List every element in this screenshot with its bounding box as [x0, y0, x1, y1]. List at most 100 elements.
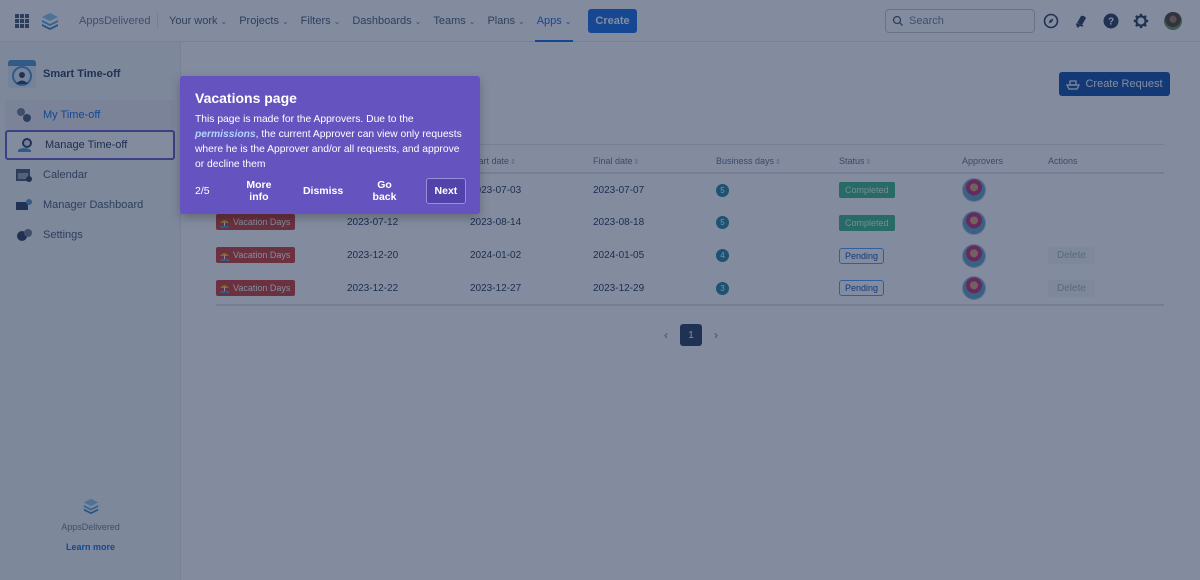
- col-header-final-date[interactable]: Final date⇕: [593, 150, 716, 174]
- cell-business-days: 3: [716, 272, 839, 306]
- nav-projects[interactable]: Projects ⌄: [233, 0, 294, 42]
- cell-actions: [1048, 206, 1164, 239]
- app-title: Smart Time-off: [43, 68, 121, 80]
- col-header-business-days[interactable]: Business days⇕: [716, 150, 839, 174]
- onboarding-tour-popover: Vacations page This page is made for the…: [180, 76, 480, 214]
- app-switcher-grid-icon[interactable]: [15, 14, 29, 28]
- appsdelivered-logo-icon[interactable]: [40, 11, 60, 31]
- approver-avatar[interactable]: [962, 243, 986, 268]
- nav-divider: [157, 13, 158, 29]
- sort-icon: ⇕: [633, 159, 640, 166]
- sidebar-footer: AppsDelivered Learn more: [0, 497, 181, 552]
- search-input[interactable]: [909, 15, 1019, 27]
- nav-plans[interactable]: Plans ⌄: [481, 0, 530, 42]
- approver-avatar[interactable]: [962, 178, 986, 202]
- tour-description: This page is made for the Approvers. Due…: [195, 112, 465, 172]
- top-navigation: AppsDelivered Your work ⌄ Projects ⌄ Filte…: [0, 0, 1200, 42]
- beach-umbrella-icon: [220, 219, 229, 228]
- settings-gear-icon[interactable]: [1132, 12, 1150, 30]
- sidebar-item-calendar[interactable]: Calendar: [5, 160, 175, 190]
- col-header-status[interactable]: Status⇕: [839, 150, 962, 174]
- table-row: Vacation Days 2023-12-20 2024-01-02 2024…: [216, 239, 1164, 272]
- create-button[interactable]: Create: [588, 9, 637, 33]
- status-badge: Pending: [839, 247, 885, 264]
- manage-timeoff-icon: [17, 137, 35, 153]
- sidebar-item-label: Manage Time-off: [45, 139, 128, 151]
- leave-type-label: Vacation Days: [233, 250, 291, 261]
- approver-avatar[interactable]: [962, 210, 986, 235]
- sort-icon: ⇕: [865, 159, 872, 166]
- app-header: Smart Time-off: [8, 60, 120, 88]
- cell-business-days: 5: [716, 206, 839, 239]
- cell-status: Pending: [839, 272, 962, 306]
- leave-type-label: Vacation Days: [233, 282, 291, 293]
- next-button[interactable]: Next: [425, 178, 466, 204]
- help-icon[interactable]: ?: [1102, 12, 1120, 30]
- nav-dashboards[interactable]: Dashboards ⌄: [346, 0, 427, 42]
- cell-final-date: 2024-01-05: [593, 250, 645, 261]
- nav-label: Apps: [536, 15, 562, 27]
- sidebar-item-manage-time-off[interactable]: Manage Time-off: [5, 130, 175, 160]
- status-badge: Pending: [839, 280, 885, 296]
- col-header-actions: Actions: [1048, 150, 1164, 174]
- cell-start-date: 2023-12-27: [470, 272, 593, 306]
- nav-label: Dashboards: [352, 15, 412, 27]
- nav-label: Plans: [487, 15, 515, 27]
- col-header-approvers: Approvers: [962, 150, 1048, 174]
- search-box[interactable]: [885, 9, 1035, 33]
- chevron-down-icon: ⌄: [333, 16, 341, 26]
- cell-business-days: 4: [716, 239, 839, 272]
- sort-icon: ⇕: [775, 159, 781, 166]
- col-header-start-date[interactable]: Start date⇕: [470, 150, 593, 174]
- tour-footer: 2/5 More info Dismiss Go back Next: [195, 178, 466, 204]
- cell-start-date: 2023-07-03: [470, 184, 522, 196]
- sort-icon: ⇕: [510, 159, 516, 166]
- next-page-icon[interactable]: ›: [710, 328, 722, 342]
- prev-page-icon[interactable]: ‹: [660, 328, 672, 342]
- cell-status: Completed: [839, 206, 962, 239]
- delete-request-button[interactable]: Delete: [1048, 247, 1095, 264]
- compass-icon[interactable]: [1042, 12, 1060, 30]
- dismiss-button[interactable]: Dismiss: [303, 185, 343, 197]
- sidebar-item-label: Manager Dashboard: [43, 199, 144, 211]
- permissions-link[interactable]: permissions: [195, 129, 256, 140]
- sidebar-item-label: My Time-off: [43, 109, 101, 121]
- page-button-current[interactable]: 1: [680, 324, 702, 346]
- svg-text:?: ?: [1108, 17, 1114, 28]
- nav-apps[interactable]: Apps ⌄: [531, 0, 578, 42]
- nav-teams[interactable]: Teams ⌄: [427, 0, 481, 42]
- tour-text: This page is made for the Approvers. Due…: [195, 114, 414, 125]
- sidebar-menu: My Time-off Manage Time-off Calendar Man…: [5, 100, 175, 250]
- sidebar-item-my-time-off[interactable]: My Time-off: [5, 100, 175, 130]
- nav-your-work[interactable]: Your work ⌄: [163, 0, 233, 42]
- cell-approvers: [962, 239, 1048, 272]
- create-request-button[interactable]: Create Request: [1059, 72, 1170, 96]
- cell-approvers: [962, 173, 1048, 206]
- tour-step-counter: 2/5: [195, 185, 210, 197]
- approver-avatar[interactable]: [962, 276, 986, 300]
- cell-request-date: 2023-12-20: [347, 250, 399, 261]
- my-timeoff-icon: [15, 107, 33, 123]
- ship-icon: [1066, 79, 1081, 90]
- business-days-badge: 3: [716, 281, 729, 295]
- more-info-button[interactable]: More info: [237, 179, 281, 203]
- cell-business-days: 5: [716, 173, 839, 206]
- notification-bell-icon[interactable]: [1072, 12, 1090, 30]
- delete-request-button[interactable]: Delete: [1048, 279, 1095, 297]
- go-back-button[interactable]: Go back: [365, 179, 404, 203]
- learn-more-link[interactable]: Learn more: [0, 542, 181, 552]
- cell-approvers: [962, 206, 1048, 239]
- footer-brand: AppsDelivered: [61, 522, 120, 532]
- user-avatar[interactable]: [1164, 12, 1182, 30]
- settings-icon: [15, 227, 33, 243]
- tour-title: Vacations page: [195, 90, 297, 106]
- search-icon: [892, 15, 903, 26]
- beach-umbrella-icon: [220, 285, 229, 294]
- calendar-icon: [15, 167, 33, 183]
- dashboard-icon: [15, 197, 33, 213]
- sidebar-item-settings[interactable]: Settings: [5, 220, 175, 250]
- sidebar-item-manager-dashboard[interactable]: Manager Dashboard: [5, 190, 175, 220]
- nav-filters[interactable]: Filters ⌄: [295, 0, 347, 42]
- site-name[interactable]: AppsDelivered: [79, 15, 151, 27]
- leave-type-badge: Vacation Days: [216, 247, 296, 264]
